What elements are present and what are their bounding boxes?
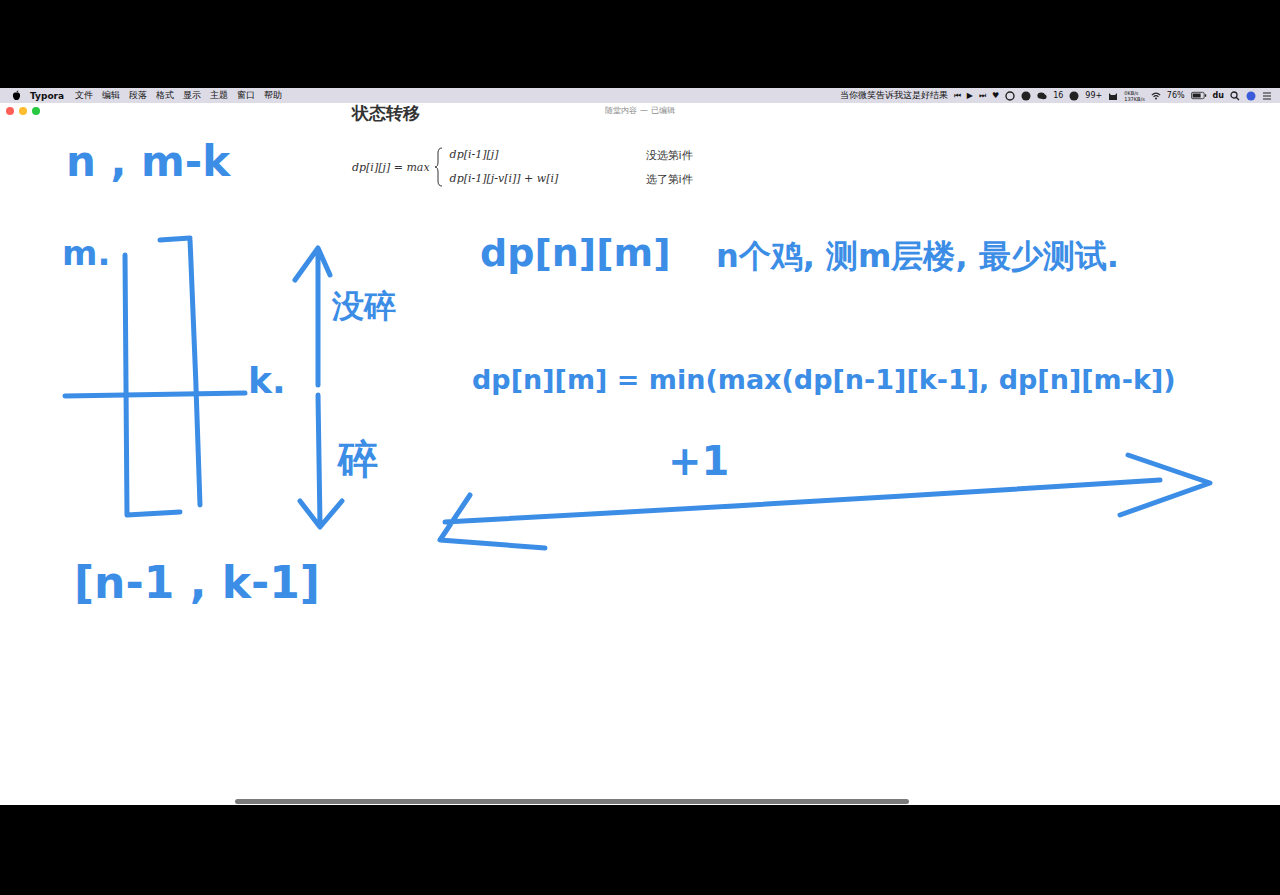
wechat-count[interactable]: 16 (1053, 91, 1063, 100)
building-outline (125, 238, 200, 515)
search-icon[interactable] (1230, 91, 1240, 101)
window-controls (6, 107, 40, 115)
menu-item[interactable]: 帮助 (264, 89, 282, 102)
menu-item[interactable]: 窗口 (237, 89, 255, 102)
wechat-icon[interactable] (1037, 91, 1047, 101)
case-note: 选了第i件 (646, 172, 693, 187)
menu-item[interactable]: 编辑 (102, 89, 120, 102)
media-control[interactable]: ♥ (992, 91, 999, 100)
floor-line (65, 393, 245, 396)
horizontal-scrollbar[interactable] (235, 799, 1280, 804)
annotation: n个鸡, 测m层楼, 最少测试. (716, 239, 1119, 274)
close-button[interactable] (6, 107, 14, 115)
letterbox-bottom (0, 805, 1280, 895)
ink-drawing (0, 103, 1280, 805)
wifi-icon[interactable] (1151, 91, 1161, 101)
annotation: m. (62, 235, 110, 272)
annotation: [n-1 , k-1] (74, 559, 320, 607)
annotation: dp[n][m] (480, 233, 671, 275)
status-icon[interactable] (1021, 91, 1031, 101)
menu-item[interactable]: 显示 (183, 89, 201, 102)
window-title: 随堂内容 — 已编辑 (0, 105, 1280, 116)
qq-icon[interactable] (1069, 91, 1079, 101)
media-control[interactable]: ⏮ (954, 91, 961, 101)
zoom-button[interactable] (32, 107, 40, 115)
annotation: 碎 (338, 437, 378, 481)
down-arrow (300, 395, 342, 527)
formula: dp[i][j] = maxdp[i-1][j]没选第i件dp[i-1][j-v… (352, 145, 1280, 189)
annotation: k. (248, 361, 286, 401)
heading: 状态转移 (352, 103, 1280, 123)
battery-percent[interactable]: 76% (1167, 91, 1185, 100)
media-control[interactable]: ▶ (967, 91, 973, 100)
scrollbar-thumb[interactable] (235, 799, 909, 804)
letterbox-top (0, 0, 1280, 88)
siri-icon[interactable] (1246, 91, 1256, 101)
battery-icon[interactable] (1191, 91, 1207, 100)
menu-bar: Typora 文件编辑段落格式显示主题窗口帮助 当你微笑告诉我这是好结果 ⏮ ▶ ⏭ ♥ 16… (0, 88, 1280, 103)
menu-item[interactable]: 文件 (75, 89, 93, 102)
minimize-button[interactable] (19, 107, 27, 115)
qq-count[interactable]: 99+ (1085, 91, 1102, 100)
app-menu[interactable]: Typora (30, 91, 64, 101)
now-playing[interactable]: 当你微笑告诉我这是好结果 (840, 89, 948, 102)
apple-icon[interactable] (12, 90, 21, 101)
cat-icon[interactable] (1108, 91, 1118, 101)
up-arrow (295, 248, 330, 385)
status-icon[interactable] (1005, 91, 1015, 101)
annotation: n , m-k (66, 139, 230, 185)
menu-item[interactable]: 格式 (156, 89, 174, 102)
annotation: +1 (668, 439, 729, 483)
typora-window: 随堂内容 — 已编辑状态转移 dp[i][j] = maxdp[i-1][j]没选… (0, 103, 1280, 805)
media-control[interactable]: ⏭ (979, 91, 986, 101)
case-expression: dp[i-1][j-v[i]] + w[i] (450, 172, 646, 187)
case-note: 没选第i件 (646, 148, 693, 163)
range-arrow (440, 455, 1210, 548)
menu-item[interactable]: 段落 (129, 89, 147, 102)
network-speed: 0KB/s137KB/s (1124, 90, 1145, 102)
baidu-icon[interactable]: du (1213, 91, 1224, 100)
control-center-icon[interactable] (1262, 91, 1272, 101)
brace-icon (434, 145, 444, 189)
menu-item[interactable]: 主题 (210, 89, 228, 102)
annotation: 没碎 (332, 289, 396, 324)
screen: Typora 文件编辑段落格式显示主题窗口帮助 当你微笑告诉我这是好结果 ⏮ ▶ ⏭ ♥ 16… (0, 0, 1280, 895)
annotation: dp[n][m] = min(max(dp[n-1][k-1], dp[n][m… (472, 365, 1176, 395)
case-expression: dp[i-1][j] (450, 148, 646, 163)
